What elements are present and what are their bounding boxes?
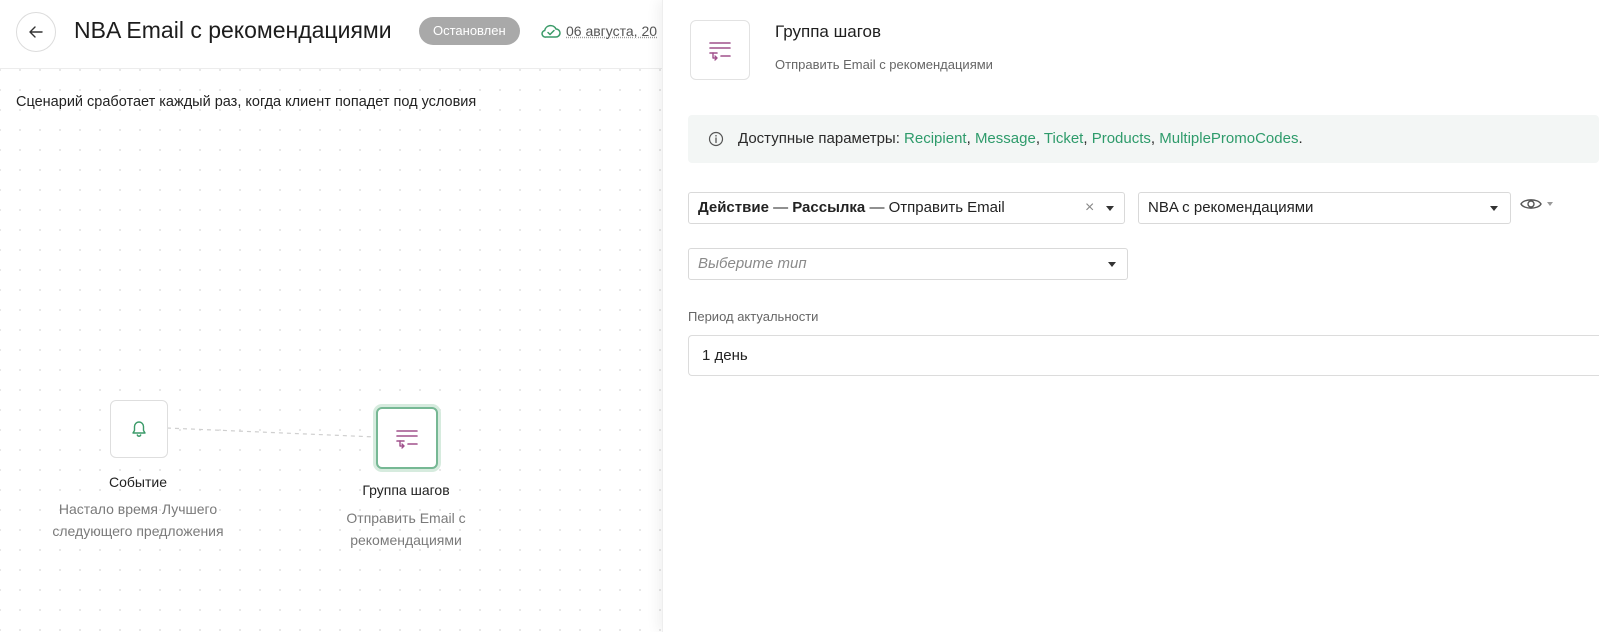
event-node-title: Событие xyxy=(109,474,167,490)
panel-step-group-icon-box xyxy=(690,20,750,80)
scenario-canvas[interactable]: NBA Email с рекомендациями Остановлен 06… xyxy=(0,0,662,632)
event-node-subtitle: Настало время Лучшего следующего предлож… xyxy=(52,501,224,539)
step-group-node[interactable] xyxy=(376,407,438,469)
clear-icon[interactable]: × xyxy=(1085,198,1094,218)
available-params-text: Доступные параметры: Recipient, Message,… xyxy=(738,130,1303,147)
eye-menu-chevron-icon[interactable] xyxy=(1547,202,1553,206)
type-select-placeholder: Выберите тип xyxy=(698,255,807,272)
available-params-label: Доступные параметры: xyxy=(738,130,900,147)
step-group-icon xyxy=(709,42,731,61)
event-node[interactable] xyxy=(110,400,168,458)
type-select[interactable]: Выберите тип xyxy=(688,248,1128,280)
param-link-message[interactable]: Message xyxy=(975,130,1036,147)
step-group-icon xyxy=(396,430,418,449)
template-select-value: NBA с рекомендациями xyxy=(1148,199,1314,216)
chevron-down-icon xyxy=(1106,206,1114,211)
action-select-value: Действие — Рассылка — Отправить Email xyxy=(698,199,1005,216)
info-icon xyxy=(708,131,724,147)
step-group-node-subtitle: Отправить Email с рекомендациями xyxy=(346,510,466,548)
action-select[interactable]: Действие — Рассылка — Отправить Email × xyxy=(688,192,1125,224)
template-select[interactable]: NBA с рекомендациями xyxy=(1138,192,1511,224)
period-input[interactable]: 1 день xyxy=(688,335,1599,376)
param-link-products[interactable]: Products xyxy=(1092,130,1151,147)
panel-title: Группа шагов xyxy=(775,22,882,41)
param-link-recipient[interactable]: Recipient xyxy=(904,130,967,147)
step-group-node-title: Группа шагов xyxy=(362,482,450,498)
chevron-down-icon xyxy=(1108,262,1116,267)
param-link-multiple-promo-codes[interactable]: MultiplePromoCodes xyxy=(1159,130,1298,147)
chevron-down-icon xyxy=(1490,206,1498,211)
period-label: Период актуальности xyxy=(688,309,819,324)
panel-subtitle: Отправить Email с рекомендациями xyxy=(775,57,993,72)
param-link-ticket[interactable]: Ticket xyxy=(1044,130,1083,147)
period-value: 1 день xyxy=(702,347,748,364)
bell-icon xyxy=(132,421,146,437)
eye-icon[interactable] xyxy=(1519,195,1543,213)
